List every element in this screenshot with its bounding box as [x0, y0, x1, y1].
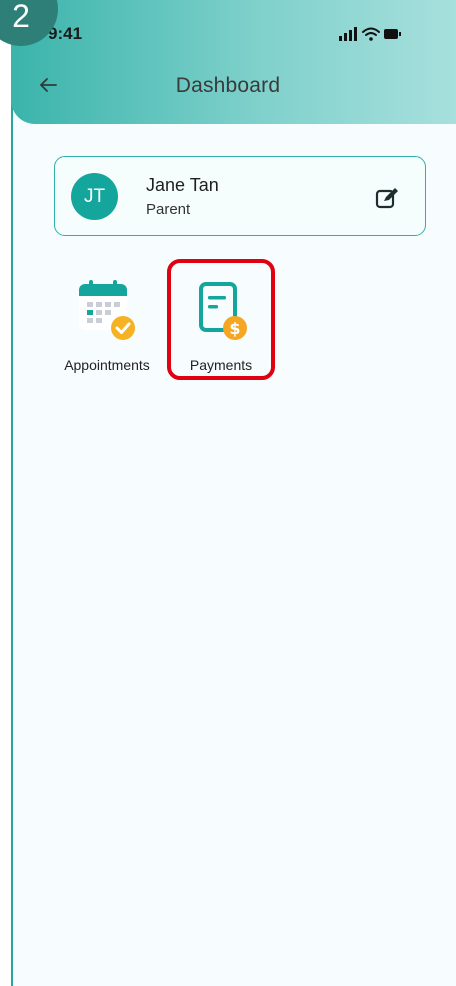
status-icons: [338, 26, 402, 47]
page-title: Dashboard: [175, 74, 281, 97]
appointments-label: Appointments: [64, 357, 150, 373]
status-bar: 9:41: [0, 0, 456, 64]
signal-icon: [339, 27, 357, 41]
calendar-check-icon: [77, 278, 139, 344]
payments-highlight-box: [167, 259, 275, 380]
step-number: 2: [12, 0, 30, 34]
battery-icon: [384, 29, 401, 39]
profile-role: Parent: [146, 201, 191, 218]
app-frame: [11, 0, 456, 986]
edit-icon[interactable]: [374, 185, 400, 211]
avatar-initials: JT: [83, 185, 106, 207]
appointments-tile[interactable]: Appointments: [55, 270, 159, 380]
wifi-icon: [362, 27, 380, 36]
avatar: JT: [71, 173, 118, 220]
profile-name: Jane Tan: [146, 175, 219, 195]
profile-card[interactable]: JT Jane Tan Parent: [54, 156, 426, 236]
title-bar: Dashboard: [0, 64, 456, 108]
